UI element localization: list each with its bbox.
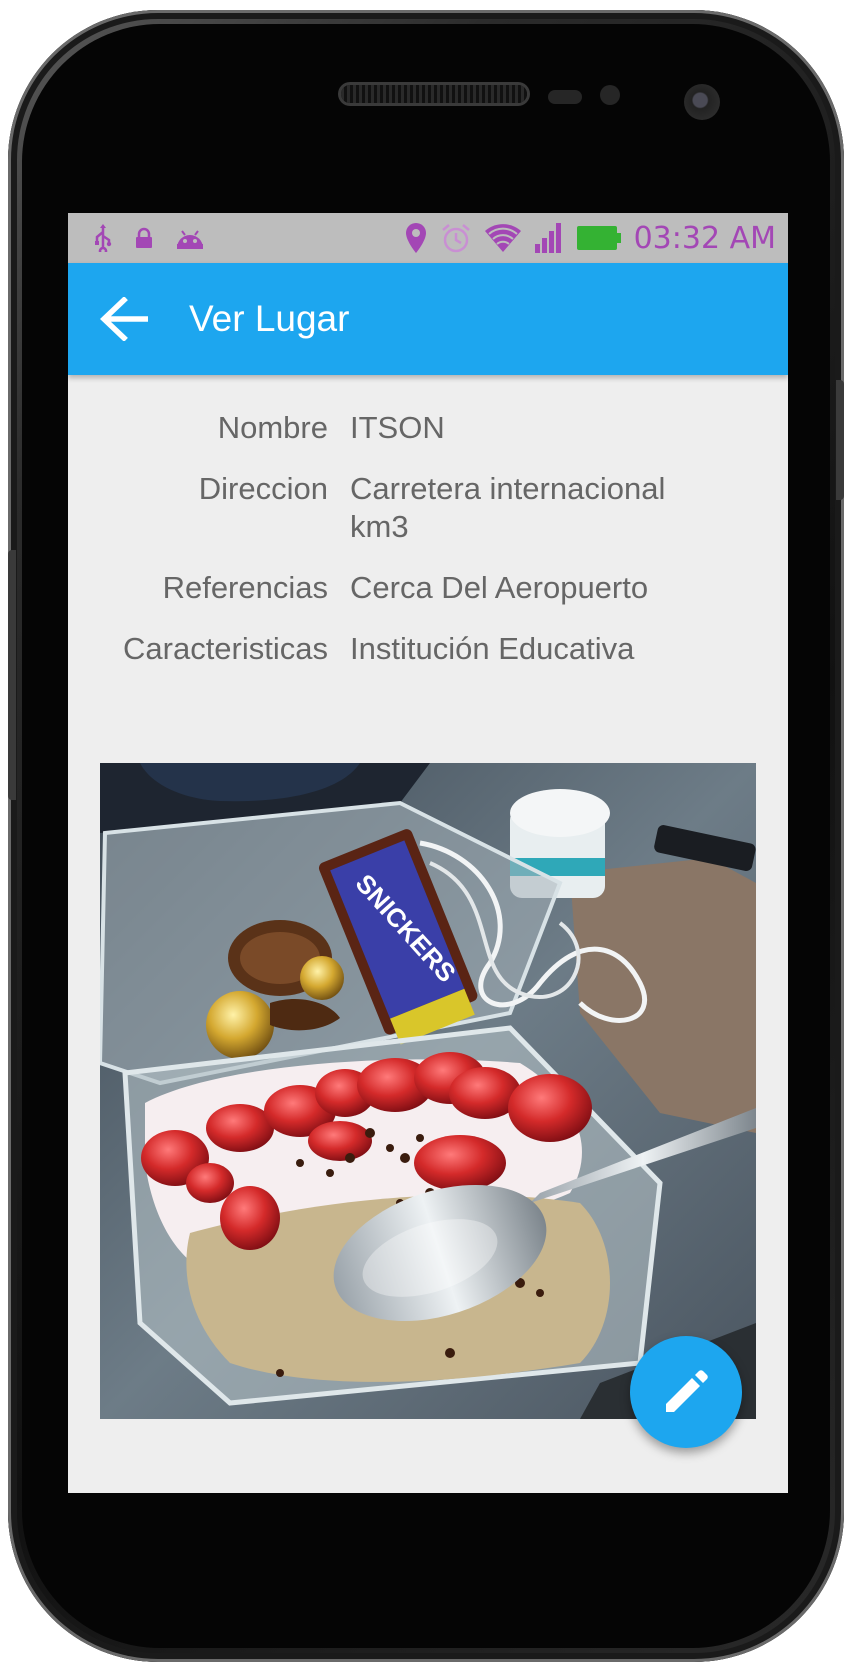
detail-value: Carretera internacional km3	[350, 471, 666, 544]
front-camera	[684, 84, 720, 120]
detail-label: Referencias	[162, 570, 328, 605]
android-icon	[174, 226, 206, 250]
page-title: Ver Lugar	[189, 298, 350, 339]
wifi-icon	[484, 222, 522, 254]
alarm-icon	[440, 222, 472, 254]
back-button[interactable]	[98, 295, 150, 343]
detail-value: Cerca Del Aeropuerto	[350, 570, 649, 605]
lock-icon	[134, 227, 154, 249]
power-button	[836, 380, 844, 500]
status-bar: 03:32 AM	[68, 213, 788, 263]
edit-fab-button[interactable]	[630, 1336, 742, 1448]
detail-label: Caracteristicas	[123, 631, 328, 666]
status-icons-left	[92, 213, 206, 263]
earpiece-speaker	[341, 85, 527, 103]
detail-label: Direccion	[198, 471, 328, 506]
place-photo: SNICKERS	[100, 763, 756, 1419]
volume-button	[8, 550, 16, 800]
screen: 03:32 AM Ver Lugar Nombre ITSON Direccio…	[68, 213, 788, 1493]
status-time: 03:32 AM	[633, 220, 776, 256]
detail-value: ITSON	[350, 410, 445, 445]
battery-icon	[576, 224, 622, 252]
signal-icon	[534, 222, 564, 254]
location-icon	[404, 222, 428, 254]
detail-row-caracteristicas: Caracteristicas Institución Educativa	[68, 630, 788, 668]
usb-icon	[92, 224, 114, 252]
proximity-sensor	[548, 90, 582, 104]
status-icons-right: 03:32 AM	[404, 213, 776, 263]
place-details: Nombre ITSON Direccion Carretera interna…	[68, 409, 788, 691]
light-sensor	[600, 85, 620, 105]
app-bar: Ver Lugar	[68, 263, 788, 375]
detail-value: Institución Educativa	[350, 631, 635, 666]
arrow-back-icon	[100, 297, 148, 341]
detail-row-referencias: Referencias Cerca Del Aeropuerto	[68, 569, 788, 607]
detail-row-direccion: Direccion Carretera internacional km3	[68, 470, 788, 546]
photo-image: SNICKERS	[100, 763, 756, 1419]
pencil-icon	[666, 1370, 708, 1412]
detail-row-nombre: Nombre ITSON	[68, 409, 788, 447]
detail-label: Nombre	[217, 410, 328, 445]
